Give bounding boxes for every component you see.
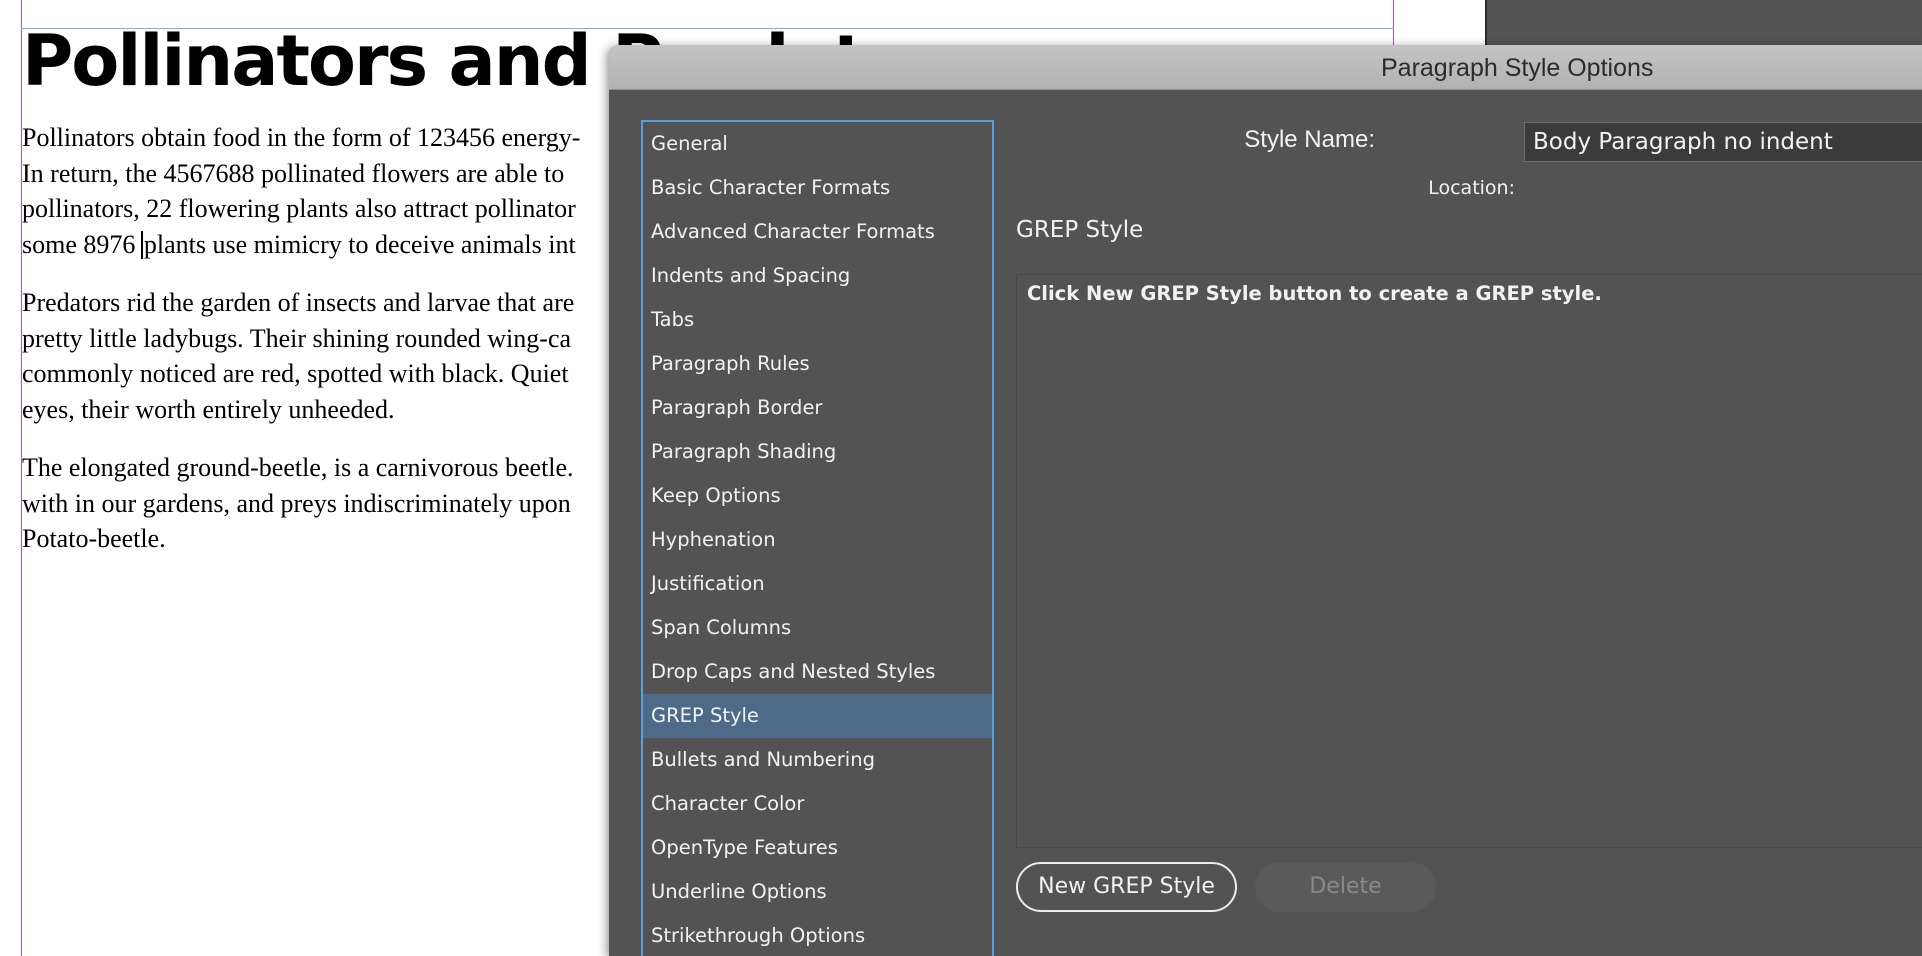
category-item-span-columns[interactable]: Span Columns [643, 606, 992, 650]
category-item-strikethrough-options[interactable]: Strikethrough Options [643, 914, 992, 956]
dialog-titlebar[interactable]: Paragraph Style Options [609, 45, 1922, 90]
category-item-paragraph-border[interactable]: Paragraph Border [643, 386, 992, 430]
category-item-paragraph-rules[interactable]: Paragraph Rules [643, 342, 992, 386]
category-item-drop-caps-and-nested-styles[interactable]: Drop Caps and Nested Styles [643, 650, 992, 694]
delete-button[interactable]: Delete [1255, 862, 1436, 912]
category-list[interactable]: General Basic Character Formats Advanced C… [641, 120, 994, 956]
category-item-paragraph-shading[interactable]: Paragraph Shading [643, 430, 992, 474]
category-item-character-color[interactable]: Character Color [643, 782, 992, 826]
category-item-tabs[interactable]: Tabs [643, 298, 992, 342]
category-item-hyphenation[interactable]: Hyphenation [643, 518, 992, 562]
grep-empty-hint: Click New GREP Style button to create a … [1027, 282, 1602, 305]
category-item-underline-options[interactable]: Underline Options [643, 870, 992, 914]
style-name-input[interactable] [1524, 122, 1922, 162]
category-item-opentype-features[interactable]: OpenType Features [643, 826, 992, 870]
text-before-cursor: some 8976 [22, 229, 142, 259]
dialog-title: Paragraph Style Options [1381, 54, 1654, 82]
category-item-keep-options[interactable]: Keep Options [643, 474, 992, 518]
new-grep-style-button[interactable]: New GREP Style [1016, 862, 1237, 912]
category-item-advanced-character-formats[interactable]: Advanced Character Formats [643, 210, 992, 254]
category-item-general[interactable]: General [643, 122, 992, 166]
category-item-justification[interactable]: Justification [643, 562, 992, 606]
category-item-indents-and-spacing[interactable]: Indents and Spacing [643, 254, 992, 298]
paragraph-style-options-dialog: Paragraph Style Options General Basic Cha… [609, 45, 1922, 956]
text-after-cursor: plants use mimicry to deceive animals in… [143, 229, 576, 259]
category-item-basic-character-formats[interactable]: Basic Character Formats [643, 166, 992, 210]
side-panel [1485, 0, 1922, 50]
grep-style-list[interactable]: Click New GREP Style button to create a … [1016, 274, 1922, 848]
category-item-bullets-and-numbering[interactable]: Bullets and Numbering [643, 738, 992, 782]
text-insertion-cursor [140, 230, 143, 259]
section-title: GREP Style [1016, 217, 1144, 243]
category-item-grep-style[interactable]: GREP Style [643, 694, 992, 738]
